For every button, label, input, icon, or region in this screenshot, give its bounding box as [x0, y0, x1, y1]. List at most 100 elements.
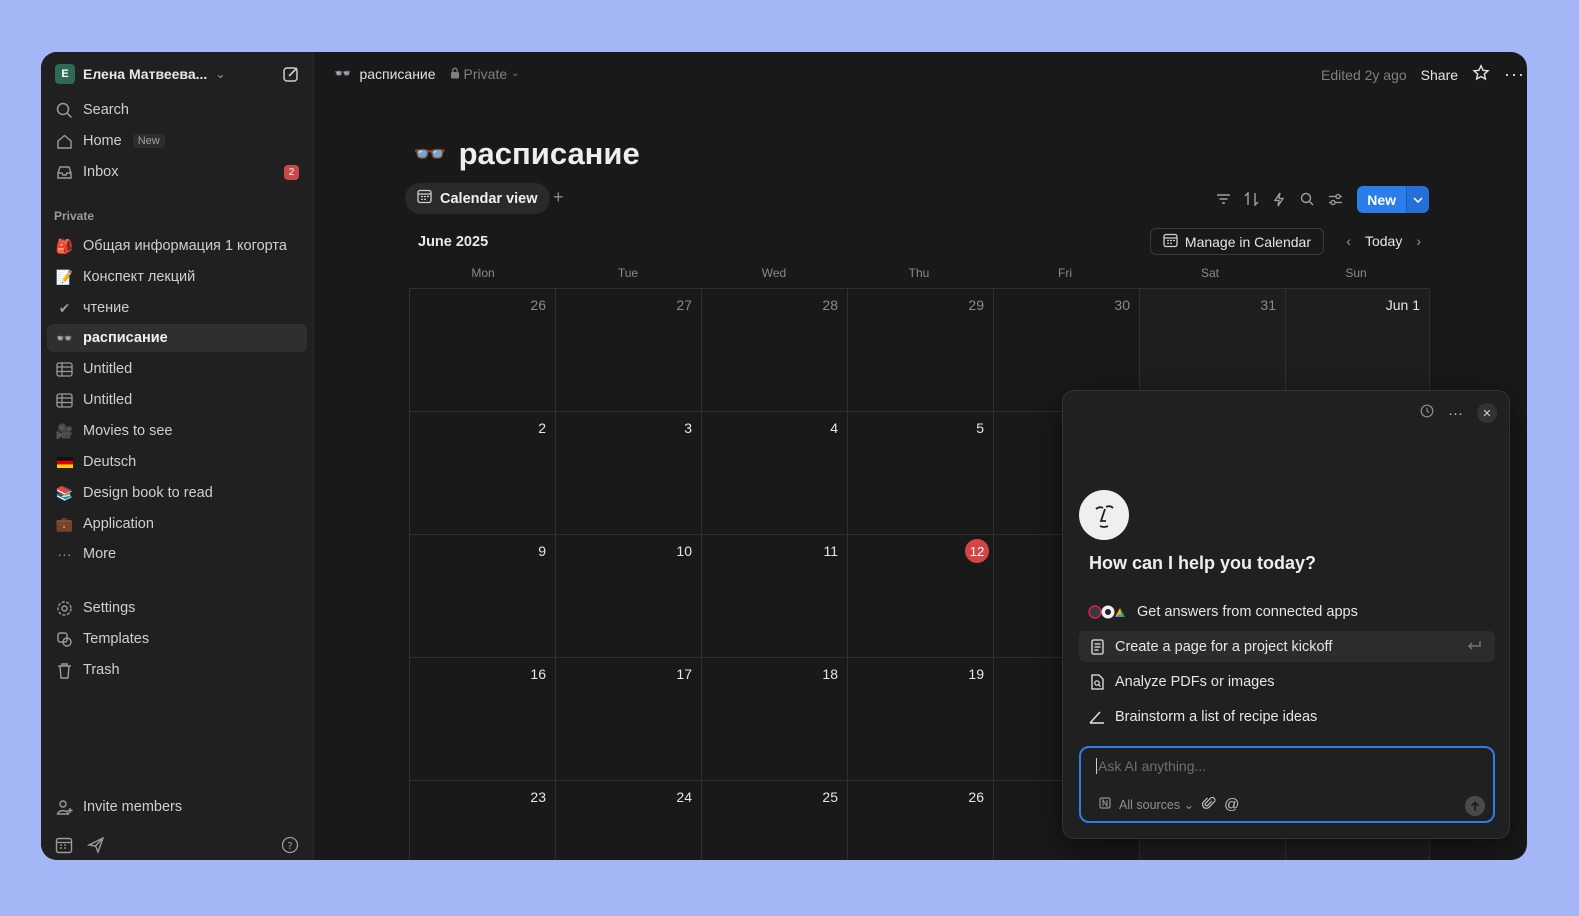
calendar-day-cell[interactable]: 25	[702, 781, 848, 860]
chevron-left-icon[interactable]: ‹	[1346, 233, 1351, 249]
automation-bolt-icon[interactable]	[1271, 191, 1287, 207]
weekday-label: Sat	[1200, 266, 1219, 280]
sidebar-item-templates[interactable]: Templates	[47, 625, 307, 653]
calendar-day-cell[interactable]: 23	[410, 781, 556, 860]
sidebar-item-home[interactable]: Home New	[47, 127, 307, 155]
tab-label: Calendar view	[440, 190, 538, 207]
calendar-day-cell[interactable]: 2	[410, 412, 556, 535]
sidebar-item-settings[interactable]: Settings	[47, 594, 307, 622]
calendar-day-cell[interactable]: 4	[702, 412, 848, 535]
calendar-day-cell[interactable]: 17	[556, 658, 702, 781]
page-title-text[interactable]: расписание	[459, 136, 640, 172]
calendar-day-cell[interactable]: 12	[848, 535, 994, 658]
calendar-day-cell[interactable]: 29	[848, 289, 994, 412]
calendar-day-cell[interactable]: 26	[410, 289, 556, 412]
send-icon[interactable]	[86, 836, 105, 859]
sidebar-item-label: Конспект лекций	[83, 269, 196, 285]
sidebar-page[interactable]: 🎒 Общая информация 1 когорта	[47, 232, 307, 260]
more-options-icon[interactable]: ···	[1448, 405, 1463, 422]
calendar-day-cell[interactable]: 19	[848, 658, 994, 781]
ai-prompt-input[interactable]: Ask AI anything... All sources ⌄ @	[1079, 746, 1495, 823]
date-number: Jun 1	[1385, 297, 1420, 313]
sidebar-item-more[interactable]: ··· More	[47, 540, 307, 568]
sidebar-item-search[interactable]: Search	[47, 96, 307, 124]
sidebar-page[interactable]: 💼 Application	[47, 510, 307, 538]
suggestion-project-kickoff[interactable]: Create a page for a project kickoff	[1079, 631, 1495, 662]
sidebar-page[interactable]: Untitled	[47, 355, 307, 383]
calendar-day-cell[interactable]: 3	[556, 412, 702, 535]
calendar-day-cell[interactable]: 28	[702, 289, 848, 412]
date-number: 11	[823, 543, 838, 559]
attachment-icon[interactable]	[1201, 796, 1216, 813]
sidebar: E Елена Матвеева... ⌄ Search Home New In…	[41, 52, 314, 860]
weekday-label: Thu	[908, 266, 930, 280]
suggestion-analyze-pdfs[interactable]: Analyze PDFs or images	[1079, 666, 1495, 697]
more-options-icon[interactable]: ···	[1504, 64, 1527, 85]
sidebar-page[interactable]: 🎥 Movies to see	[47, 417, 307, 445]
sidebar-item-inbox[interactable]: Inbox 2	[47, 158, 307, 186]
calendar-day-cell[interactable]: 24	[556, 781, 702, 860]
invite-members-button[interactable]: Invite members	[47, 793, 307, 821]
tab-calendar-view[interactable]: Calendar view	[405, 183, 550, 214]
calendar-day-cell[interactable]: 9	[410, 535, 556, 658]
sidebar-item-label: Application	[83, 516, 154, 532]
view-bar: Calendar view + New	[405, 183, 1429, 215]
privacy-dropdown[interactable]: Private ⌄	[450, 66, 520, 82]
sidebar-item-label: Home	[83, 133, 122, 149]
more-dots-icon: ···	[57, 546, 72, 562]
sources-dropdown[interactable]: All sources ⌄	[1119, 797, 1194, 812]
german-flag-icon	[55, 453, 74, 472]
gear-icon	[55, 599, 74, 618]
edited-timestamp: Edited 2y ago	[1321, 66, 1407, 83]
manage-in-calendar-button[interactable]: Manage in Calendar	[1149, 228, 1324, 255]
close-icon[interactable]: ✕	[1477, 403, 1497, 423]
search-icon[interactable]	[1299, 191, 1315, 207]
table-icon	[55, 391, 74, 410]
calendar-day-cell[interactable]: 27	[556, 289, 702, 412]
date-number: 31	[1260, 297, 1276, 313]
sidebar-page[interactable]: Untitled	[47, 386, 307, 414]
new-page-icon[interactable]	[281, 64, 301, 84]
sidebar-page[interactable]: 📚 Design book to read	[47, 479, 307, 507]
new-button[interactable]: New	[1357, 186, 1429, 213]
suggestion-brainstorm[interactable]: Brainstorm a list of recipe ideas	[1079, 701, 1495, 732]
calendar-day-cell[interactable]: 11	[702, 535, 848, 658]
calendar-app-icon[interactable]	[55, 836, 73, 859]
breadcrumb[interactable]: 👓 расписание Private ⌄	[334, 65, 520, 82]
suggestion-connected-apps[interactable]: Get answers from connected apps	[1079, 596, 1495, 627]
calendar-day-cell[interactable]: 26	[848, 781, 994, 860]
suggestion-label: Analyze PDFs or images	[1115, 673, 1275, 690]
send-arrow-icon[interactable]	[1465, 796, 1485, 816]
help-icon[interactable]: ?	[281, 836, 299, 859]
sort-icon[interactable]	[1243, 191, 1259, 207]
chevron-down-icon[interactable]	[1406, 186, 1429, 213]
new-button-label[interactable]: New	[1357, 186, 1406, 213]
share-button[interactable]: Share	[1421, 67, 1458, 83]
chevron-right-icon[interactable]: ›	[1416, 233, 1421, 249]
today-button[interactable]: Today	[1365, 233, 1402, 249]
calendar-day-cell[interactable]: 16	[410, 658, 556, 781]
sidebar-page[interactable]: Deutsch	[47, 448, 307, 476]
pen-icon	[1088, 708, 1106, 726]
sidebar-page[interactable]: ✔ чтение	[47, 294, 307, 322]
filter-icon[interactable]	[1215, 191, 1231, 207]
sidebar-item-label: Invite members	[83, 799, 183, 815]
app-window: E Елена Матвеева... ⌄ Search Home New In…	[41, 52, 1527, 860]
lock-icon	[450, 66, 460, 82]
sidebar-item-trash[interactable]: Trash	[47, 656, 307, 684]
mention-icon[interactable]: @	[1224, 796, 1239, 813]
workspace-switcher[interactable]: E Елена Матвеева... ⌄	[55, 64, 225, 84]
add-user-icon	[55, 798, 74, 817]
calendar-day-cell[interactable]: 10	[556, 535, 702, 658]
calendar-day-cell[interactable]: 5	[848, 412, 994, 535]
settings-sliders-icon[interactable]	[1327, 191, 1343, 207]
sidebar-page-active[interactable]: 👓 расписание	[47, 324, 307, 352]
sidebar-page[interactable]: 📝 Конспект лекций	[47, 263, 307, 291]
date-number: 23	[530, 789, 546, 805]
add-view-icon[interactable]: +	[553, 187, 564, 208]
calendar-day-cell[interactable]: 18	[702, 658, 848, 781]
date-number: 19	[968, 666, 984, 682]
star-icon[interactable]	[1472, 64, 1490, 85]
history-icon[interactable]	[1420, 404, 1434, 423]
enter-key-icon	[1467, 639, 1481, 654]
